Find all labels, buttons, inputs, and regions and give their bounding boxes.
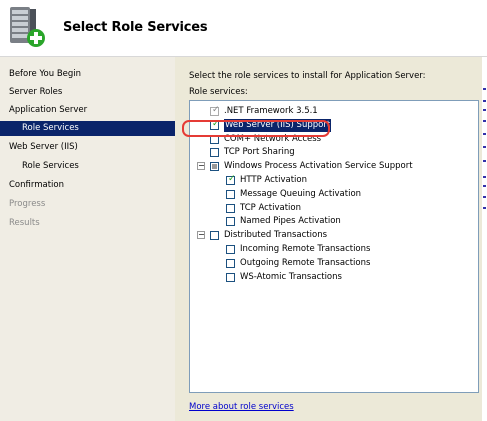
wizard-header: Select Role Services	[0, 0, 487, 56]
role-label: TCP Port Sharing	[224, 147, 295, 158]
collapse-icon[interactable]: −	[197, 231, 205, 240]
tree-row[interactable]: TCP Activation	[190, 202, 470, 215]
tree-row[interactable]: TCP Port Sharing	[190, 146, 470, 159]
role-label: WS-Atomic Transactions	[240, 271, 342, 282]
tree-row[interactable]: Message Queuing Activation	[190, 188, 470, 201]
nav-item[interactable]: Before You Begin	[9, 66, 81, 82]
role-checkbox[interactable]	[226, 217, 235, 227]
page-title: Select Role Services	[63, 20, 208, 35]
role-label: Named Pipes Activation	[240, 216, 341, 227]
role-checkbox[interactable]	[226, 245, 235, 254]
wizard-steps-sidebar: Before You Begin Server Roles Application …	[0, 57, 175, 421]
nav-item[interactable]: Confirmation	[9, 177, 64, 193]
role-label: .NET Framework 3.5.1	[224, 106, 318, 116]
tree-row[interactable]: WS-Atomic Transactions	[190, 271, 470, 284]
nav-item[interactable]: Web Server (IIS)	[9, 139, 78, 155]
role-checkbox[interactable]	[226, 203, 235, 213]
tree-row[interactable]: ✓ HTTP Activation	[190, 174, 470, 187]
nav-item[interactable]: Progress	[9, 196, 45, 212]
role-label: Message Queuing Activation	[240, 188, 362, 199]
role-checkbox[interactable]	[210, 231, 219, 241]
role-services-panel: Select the role services to install for …	[175, 57, 487, 421]
role-label: Windows Process Activation Service Suppo…	[224, 161, 413, 172]
tree-row[interactable]: − Distributed Transactions	[190, 229, 470, 242]
role-label: Outgoing Remote Transactions	[240, 257, 371, 268]
role-label: Distributed Transactions	[224, 230, 328, 241]
role-checkbox[interactable]	[210, 162, 219, 172]
server-add-icon	[10, 7, 45, 47]
collapse-icon[interactable]: −	[197, 162, 205, 171]
checkmark-icon: ✓	[212, 105, 220, 115]
role-checkbox[interactable]	[226, 272, 235, 282]
role-label: Incoming Remote Transactions	[240, 244, 371, 254]
role-services-label: Role services:	[189, 87, 248, 97]
tree-row[interactable]: − Windows Process Activation Service Supp…	[190, 160, 470, 173]
tree-row[interactable]: Named Pipes Activation	[190, 215, 470, 228]
role-checkbox[interactable]: ✓	[226, 174, 236, 185]
role-checkbox[interactable]	[226, 189, 235, 199]
tree-row[interactable]: Outgoing Remote Transactions	[190, 257, 470, 270]
right-edge-description-clip	[482, 57, 487, 421]
role-checkbox[interactable]	[210, 148, 219, 158]
checkmark-icon: ✓	[228, 174, 236, 184]
nav-item[interactable]: Server Roles	[9, 84, 62, 100]
nav-item-label: Role Services	[22, 123, 79, 133]
role-label: HTTP Activation	[240, 175, 308, 185]
nav-item[interactable]: Role Services	[22, 158, 79, 174]
role-checkbox[interactable]: ✓	[210, 105, 220, 116]
tree-row[interactable]: Incoming Remote Transactions	[190, 243, 470, 256]
nav-item-selected[interactable]: Role Services	[0, 121, 175, 136]
nav-item[interactable]: Results	[9, 215, 40, 231]
more-about-role-services-link[interactable]: More about role services	[189, 402, 294, 412]
nav-item[interactable]: Application Server	[9, 102, 87, 118]
role-checkbox[interactable]	[226, 258, 235, 268]
instruction-text: Select the role services to install for …	[189, 71, 426, 81]
role-label: TCP Activation	[240, 202, 302, 213]
tree-row[interactable]: ✓ .NET Framework 3.5.1	[190, 105, 470, 118]
role-services-tree[interactable]: ✓ .NET Framework 3.5.1 ✓ Web Server (IIS) S…	[189, 100, 479, 393]
annotation-highlight-ring	[182, 120, 330, 137]
